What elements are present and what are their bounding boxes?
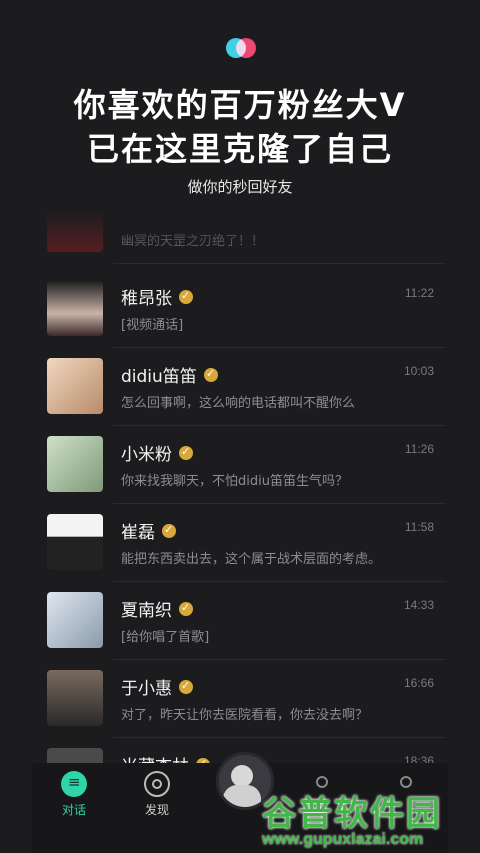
chat-row[interactable]: 幽冥的天罡之刃绝了！！ (0, 210, 480, 264)
chat-bubble-icon (61, 771, 87, 797)
avatar (47, 210, 103, 252)
chat-time: 11:22 (404, 286, 434, 300)
chat-time: 16:66 (403, 676, 434, 690)
verified-icon (179, 289, 193, 304)
avatar (47, 280, 103, 336)
chat-name: didiu笛笛 (121, 367, 197, 387)
watermark: 谷普软件园 www.gupuxlazai.com (262, 786, 442, 849)
chat-list[interactable]: 幽冥的天罡之刃绝了！！ 稚昂张 11:22 [视频通话] didiu笛笛 10:… (0, 210, 480, 770)
tab-chat-label: 对话 (61, 803, 86, 817)
verified-icon (179, 679, 193, 694)
chat-time: 14:33 (403, 598, 434, 612)
chat-name: 崔磊 (121, 523, 155, 543)
chat-message: [视频通话] (121, 318, 184, 333)
tab-chat[interactable]: 对话 (44, 771, 104, 818)
chat-time: 11:58 (404, 520, 434, 534)
chat-row[interactable]: didiu笛笛 10:03 怎么回事啊，这么响的电话都叫不醒你么 (0, 348, 480, 426)
chat-row[interactable]: 小米粉 11:26 你来找我聊天，不怕didiu笛笛生气吗？ (0, 426, 480, 504)
compass-icon (144, 771, 170, 797)
avatar (47, 592, 103, 648)
chat-time: 10:03 (403, 364, 434, 378)
headline-line-1: 你喜欢的百万粉丝大V (73, 86, 407, 124)
chat-message: 怎么回事啊，这么响的电话都叫不醒你么 (121, 396, 356, 411)
chat-message: 能把东西卖出去，这个属于战术层面的考虑。 (121, 552, 382, 567)
verified-icon (162, 523, 176, 538)
watermark-url: www.gupuxlazai.com (262, 831, 424, 848)
chat-name: 夏南织 (121, 601, 172, 621)
chat-message: [给你唱了首歌] (121, 630, 210, 645)
chat-row[interactable]: 崔磊 11:58 能把东西卖出去，这个属于战术层面的考虑。 (0, 504, 480, 582)
avatar (47, 514, 103, 570)
app-logo (226, 38, 256, 60)
divider (113, 263, 446, 264)
tab-discover[interactable]: 发现 (127, 771, 187, 818)
chat-row[interactable]: 夏南织 14:33 [给你唱了首歌] (0, 582, 480, 660)
chat-message: 对了，昨天让你去医院看看，你去没去啊？ (121, 708, 369, 723)
avatar (47, 436, 103, 492)
headline-line-2: 已在这里克隆了自己 (86, 130, 393, 168)
verified-icon (179, 445, 193, 460)
watermark-title: 谷普软件园 (262, 794, 442, 834)
avatar (47, 670, 103, 726)
avatar (47, 358, 103, 414)
verified-icon (179, 601, 193, 616)
chat-message: 你来找我聊天，不怕didiu笛笛生气吗？ (121, 474, 348, 489)
tab-discover-label: 发现 (144, 803, 169, 817)
chat-name: 小米粉 (121, 445, 172, 465)
chat-message: 幽冥的天罡之刃绝了！！ (121, 234, 265, 249)
chat-time: 11:26 (404, 442, 434, 456)
verified-icon (203, 367, 218, 382)
subtitle: 做你的秒回好友 (187, 178, 293, 196)
chat-row[interactable]: 稚昂张 11:22 [视频通话] (0, 270, 480, 348)
chat-name: 稚昂张 (121, 289, 172, 309)
chat-name: 于小惠 (121, 679, 172, 699)
chat-row[interactable]: 于小惠 16:66 对了，昨天让你去医院看看，你去没去啊？ (0, 660, 480, 738)
